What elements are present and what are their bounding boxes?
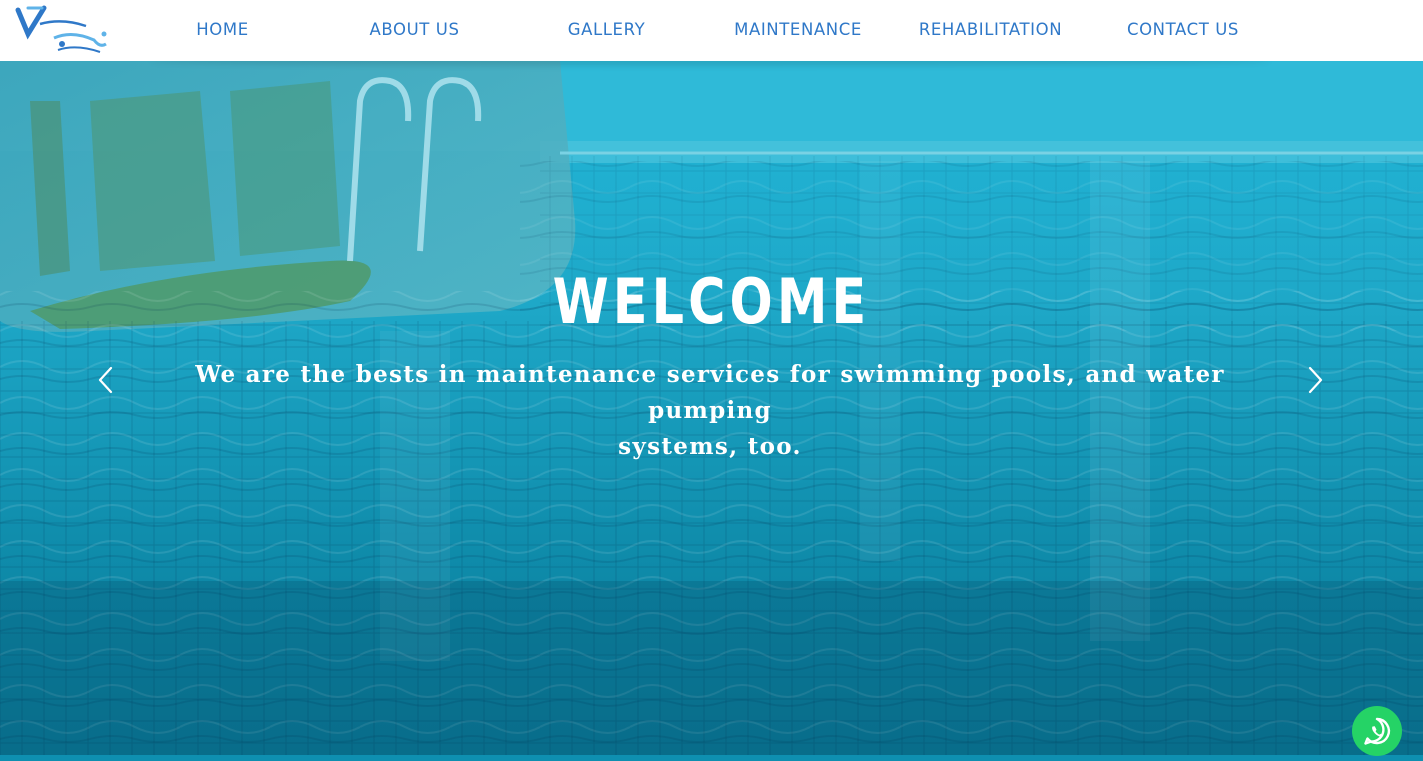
hero-slider: WELCOME We are the bests in maintenance … (0, 61, 1423, 755)
nav-home[interactable]: HOME (150, 20, 295, 40)
hero-tagline-line-1: We are the bests in maintenance services… (195, 361, 1225, 424)
whatsapp-chat-button[interactable] (1352, 706, 1402, 756)
hero-tagline-line-2: systems, too. (618, 433, 802, 460)
nav-maintenance[interactable]: MAINTENANCE (718, 20, 878, 40)
chevron-right-icon[interactable] (1303, 365, 1327, 395)
nav-gallery[interactable]: GALLERY (534, 20, 679, 40)
top-navbar: HOME ABOUT US GALLERY MAINTENANCE REHABI… (0, 0, 1423, 61)
hero-title: WELCOME (552, 265, 871, 338)
venezia-pools-logo[interactable] (14, 4, 114, 58)
whatsapp-icon (1364, 717, 1391, 745)
hero-tagline: We are the bests in maintenance services… (150, 357, 1270, 465)
chevron-left-icon[interactable] (94, 365, 118, 395)
nav-about-us[interactable]: ABOUT US (342, 20, 487, 40)
nav-rehabilitation[interactable]: REHABILITATION (903, 20, 1078, 40)
nav-contact-us[interactable]: CONTACT US (1102, 20, 1264, 40)
